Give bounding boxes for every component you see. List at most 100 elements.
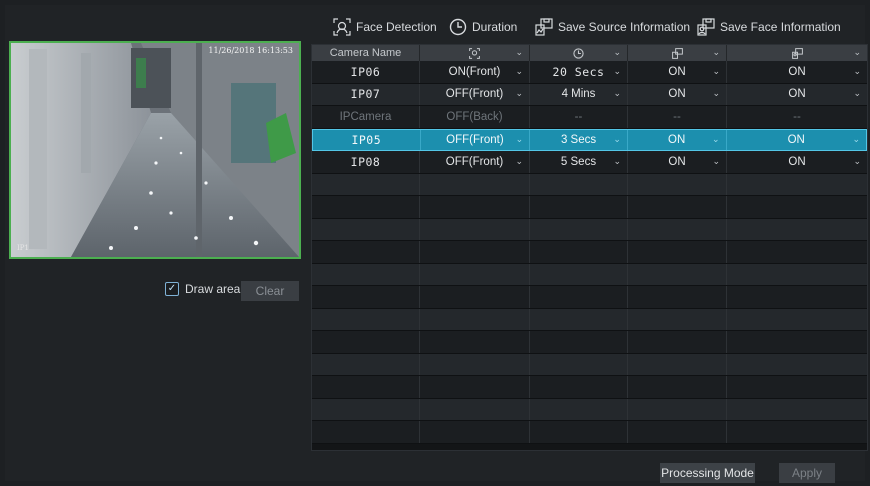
table-row[interactable]: IPCamera OFF(Back) -- -- -- <box>312 106 867 129</box>
empty-row <box>312 308 867 331</box>
chevron-down-icon[interactable]: ⌄ <box>613 156 621 167</box>
duration-cell[interactable]: 3 Secs ⌄ <box>530 129 628 150</box>
empty-row <box>312 196 867 219</box>
chevron-down-icon[interactable]: ⌄ <box>712 134 720 145</box>
chevron-down-icon[interactable]: ⌄ <box>712 66 720 77</box>
cell-value: 20 Secs <box>552 64 605 79</box>
header-face-detection[interactable]: ⌄ <box>420 45 530 61</box>
save-source-cell[interactable]: ON ⌄ <box>628 151 727 173</box>
chevron-down-icon[interactable]: ⌄ <box>853 66 861 77</box>
table-row[interactable]: IP08 OFF(Front) ⌄ 5 Secs ⌄ ON ⌄ ON ⌄ <box>312 151 867 174</box>
cell-value: OFF(Front) <box>445 155 504 168</box>
camera-preview[interactable]: 11/26/2018 16:13:53 IP1 <box>9 41 301 259</box>
cell-value: 4 Mins <box>561 88 596 101</box>
save-face-label: Save Face Information <box>720 20 841 34</box>
empty-row <box>312 353 867 376</box>
chevron-down-icon[interactable]: ⌄ <box>613 47 621 58</box>
table-header: Camera Name ⌄ ⌄ ⌄ ⌄ <box>312 45 867 61</box>
empty-row <box>312 376 867 399</box>
save-face-cell[interactable]: ON ⌄ <box>727 151 867 173</box>
save-source-icon <box>535 18 553 36</box>
save-source-cell[interactable]: ON ⌄ <box>628 61 727 83</box>
chevron-down-icon[interactable]: ⌄ <box>515 47 523 58</box>
chevron-down-icon[interactable]: ⌄ <box>516 134 524 145</box>
chevron-down-icon[interactable]: ⌄ <box>613 134 621 145</box>
chevron-down-icon[interactable]: ⌄ <box>515 88 523 99</box>
save-source-cell[interactable]: ON ⌄ <box>628 129 727 150</box>
save-face-icon <box>697 18 715 36</box>
camera-name-cell: IP07 <box>312 83 420 105</box>
draw-area-control[interactable]: ✓ Draw area <box>165 282 240 296</box>
save-face-toolbar-item[interactable]: Save Face Information <box>697 14 841 40</box>
cell-value: 5 Secs <box>560 155 597 168</box>
table-row[interactable]: IP06 ON(Front) ⌄ 20 Secs ⌄ ON ⌄ ON ⌄ <box>312 61 867 84</box>
save-face-icon <box>791 47 803 59</box>
clear-button[interactable]: Clear <box>241 281 299 301</box>
cell-value: ON <box>668 88 686 101</box>
face-detection-cell[interactable]: OFF(Front) ⌄ <box>420 83 530 105</box>
save-source-icon <box>671 47 683 59</box>
duration-cell: -- <box>530 106 628 128</box>
preview-timestamp: 11/26/2018 16:13:53 <box>208 46 293 55</box>
header-duration[interactable]: ⌄ <box>530 45 628 61</box>
cell-value: ON <box>788 65 806 78</box>
empty-row <box>312 241 867 264</box>
chevron-down-icon[interactable]: ⌄ <box>852 134 860 145</box>
header-save-source[interactable]: ⌄ <box>628 45 727 61</box>
chevron-down-icon[interactable]: ⌄ <box>613 66 621 77</box>
empty-row <box>312 218 867 241</box>
header-camera-name: Camera Name <box>312 45 420 61</box>
save-face-cell[interactable]: ON ⌄ <box>727 61 867 83</box>
save-face-cell[interactable]: ON ⌄ <box>727 84 867 106</box>
table-row-selected[interactable]: IP05 OFF(Front) ⌄ 3 Secs ⌄ ON ⌄ ON ⌄ <box>312 128 867 151</box>
save-source-label: Save Source Information <box>558 20 691 34</box>
chevron-down-icon[interactable]: ⌄ <box>515 66 523 77</box>
duration-label: Duration <box>472 20 518 34</box>
save-source-cell[interactable]: ON ⌄ <box>628 83 727 105</box>
save-face-cell: -- <box>727 106 867 128</box>
cell-value: ON <box>668 155 686 168</box>
save-face-cell[interactable]: ON ⌄ <box>727 130 866 151</box>
draw-area-label: Draw area <box>185 282 241 296</box>
chevron-down-icon[interactable]: ⌄ <box>712 88 720 99</box>
cell-value: OFF(Back) <box>446 110 503 123</box>
cell-value: -- <box>793 110 801 123</box>
face-scan-icon <box>469 47 480 59</box>
duration-cell[interactable]: 20 Secs ⌄ <box>530 61 628 83</box>
draw-area-checkbox[interactable]: ✓ <box>165 282 179 296</box>
chevron-down-icon[interactable]: ⌄ <box>613 88 621 99</box>
cell-value: ON <box>788 88 806 101</box>
cell-value: -- <box>673 110 681 123</box>
camera-name-cell: IPCamera <box>312 106 420 128</box>
cell-value: ON <box>668 133 686 146</box>
camera-settings-table: Camera Name ⌄ ⌄ ⌄ ⌄ IP06 ON(Front) ⌄ 20 S… <box>311 44 868 451</box>
chevron-down-icon[interactable]: ⌄ <box>515 156 523 167</box>
empty-row <box>312 421 867 444</box>
preview-camera-label: IP1 <box>17 244 29 252</box>
face-detection-toolbar-item[interactable]: Face Detection <box>333 14 437 40</box>
face-detection-cell: OFF(Back) <box>420 106 530 128</box>
camera-name-cell: IP06 <box>312 61 420 83</box>
chevron-down-icon[interactable]: ⌄ <box>853 88 861 99</box>
cell-value: 3 Secs <box>560 133 597 146</box>
duration-cell[interactable]: 5 Secs ⌄ <box>530 151 628 173</box>
header-save-face[interactable]: ⌄ <box>727 45 867 61</box>
chevron-down-icon[interactable]: ⌄ <box>853 47 861 58</box>
cell-value: ON <box>788 155 806 168</box>
table-row[interactable]: IP07 OFF(Front) ⌄ 4 Mins ⌄ ON ⌄ ON ⌄ <box>312 83 867 106</box>
save-source-toolbar-item[interactable]: Save Source Information <box>535 14 690 40</box>
duration-cell[interactable]: 4 Mins ⌄ <box>530 83 628 105</box>
chevron-down-icon[interactable]: ⌄ <box>853 156 861 167</box>
processing-mode-button[interactable]: Processing Mode <box>660 463 755 483</box>
chevron-down-icon[interactable]: ⌄ <box>712 156 720 167</box>
empty-row <box>312 331 867 354</box>
camera-name-cell: IP05 <box>313 129 421 150</box>
clock-icon <box>449 18 467 36</box>
duration-toolbar-item[interactable]: Duration <box>449 14 517 40</box>
face-detection-cell[interactable]: OFF(Front) ⌄ <box>421 129 531 150</box>
face-detection-cell[interactable]: ON(Front) ⌄ <box>420 61 530 83</box>
chevron-down-icon[interactable]: ⌄ <box>712 47 720 58</box>
face-detection-cell[interactable]: OFF(Front) ⌄ <box>420 151 530 173</box>
camera-name-cell: IP08 <box>312 151 420 173</box>
apply-button[interactable]: Apply <box>779 463 835 483</box>
